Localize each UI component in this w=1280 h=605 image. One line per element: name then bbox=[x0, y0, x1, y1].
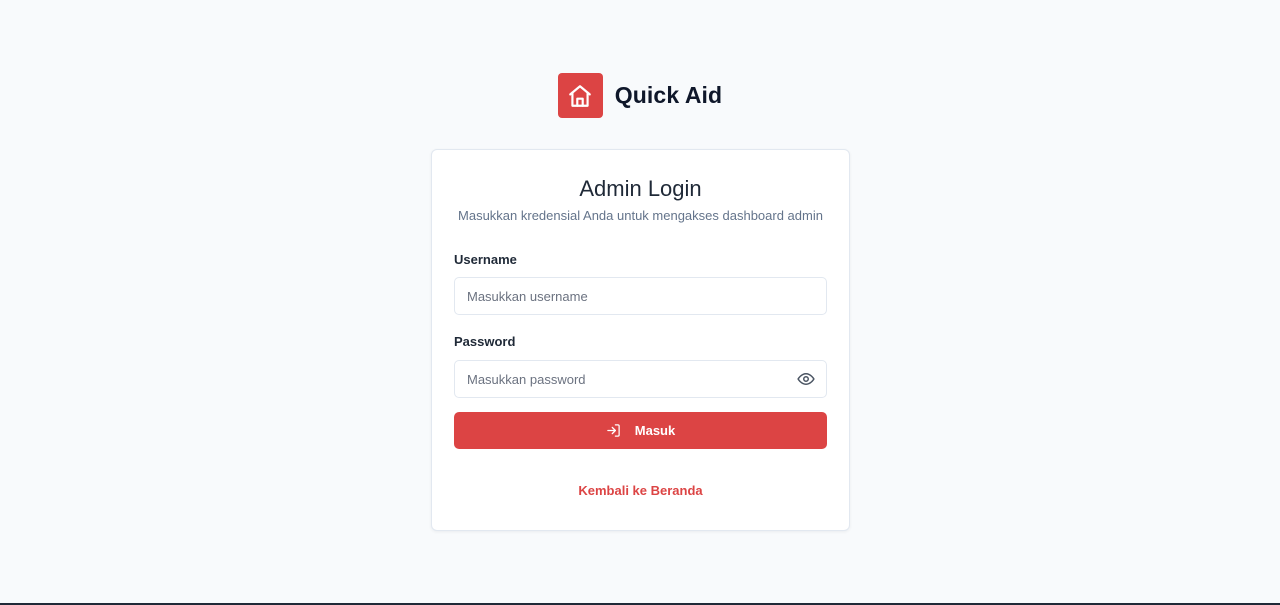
username-field-wrapper bbox=[454, 277, 827, 315]
password-field-wrapper bbox=[454, 360, 827, 398]
brand-logo bbox=[557, 73, 603, 118]
log-in-icon bbox=[606, 423, 621, 438]
brand: Quick Aid bbox=[0, 73, 1280, 118]
username-label: Username bbox=[454, 252, 517, 267]
back-to-home-link[interactable]: Kembali ke Beranda bbox=[432, 483, 849, 498]
page-title: Admin Login bbox=[579, 176, 702, 201]
username-input[interactable] bbox=[455, 278, 826, 314]
login-submit-button[interactable]: Masuk bbox=[454, 412, 827, 449]
eye-icon[interactable] bbox=[796, 370, 816, 388]
login-card: Admin Login Masukkan kredensial Anda unt… bbox=[431, 149, 850, 531]
password-label: Password bbox=[454, 334, 516, 349]
password-input[interactable] bbox=[455, 361, 826, 397]
home-icon bbox=[567, 83, 593, 109]
page-subtitle: Masukkan kredensial Anda untuk mengakses… bbox=[458, 208, 823, 223]
login-submit-label: Masuk bbox=[634, 423, 676, 438]
brand-name: Quick Aid bbox=[614, 82, 723, 108]
